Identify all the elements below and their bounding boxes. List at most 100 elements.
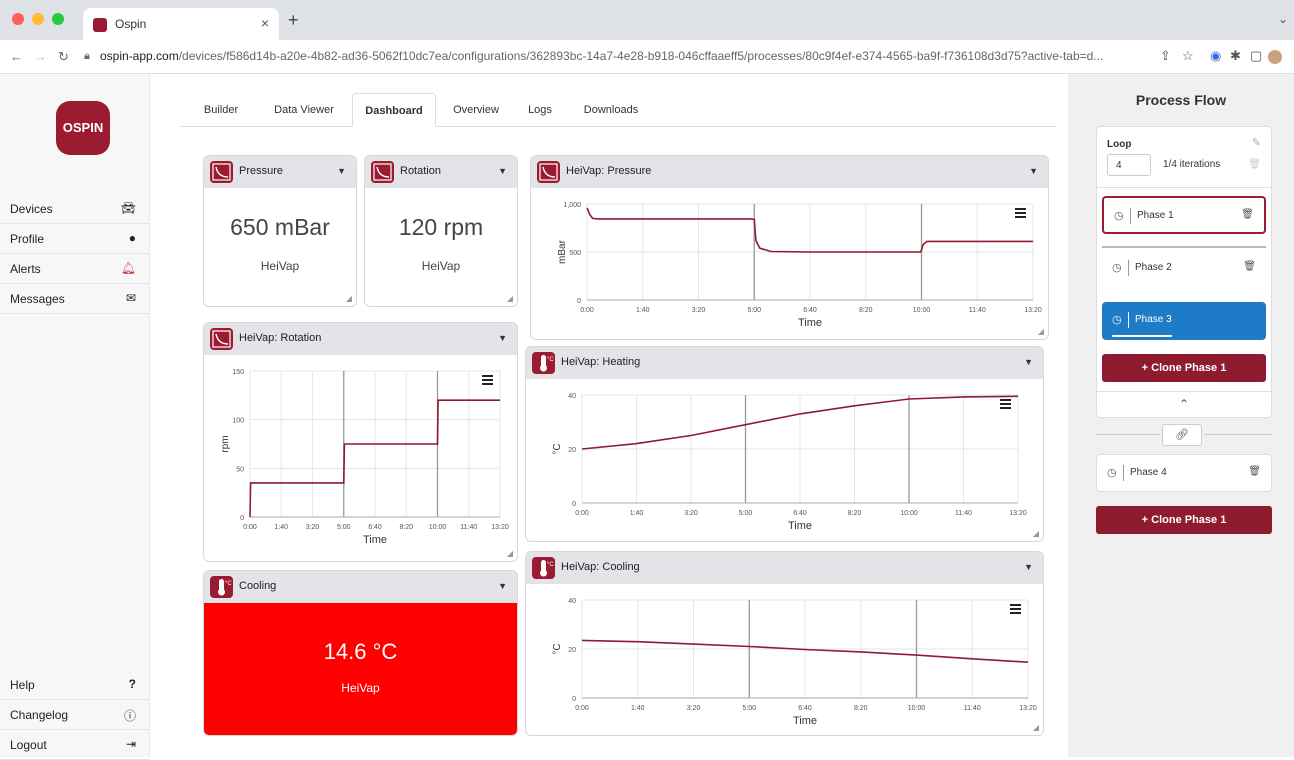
- chevron-up-icon[interactable]: ⌃: [1179, 397, 1189, 411]
- caret-down-icon[interactable]: ▼: [1024, 562, 1033, 572]
- caret-down-icon[interactable]: ▼: [337, 166, 346, 176]
- new-tab-icon[interactable]: +: [288, 11, 299, 29]
- x-tick-label: 3:20: [306, 524, 320, 531]
- x-tick-label: 13:20: [1009, 510, 1027, 517]
- x-tick-label: 5:00: [739, 510, 753, 517]
- caret-down-icon[interactable]: ▼: [1029, 166, 1038, 176]
- x-tick-label: 8:20: [848, 510, 862, 517]
- y-tick-label: 50: [236, 466, 244, 473]
- sidebar-item-devices[interactable]: Devices 🚘︎: [0, 194, 150, 224]
- y-axis-label: rpm: [220, 435, 231, 452]
- dashboard-tabs: Builder Data Viewer Dashboard Overview L…: [180, 93, 1056, 127]
- browser-tab[interactable]: Ospin ×: [83, 8, 279, 40]
- sidebar-item-logout[interactable]: Logout ⇥: [0, 730, 150, 760]
- trash-icon[interactable]: 🗑︎: [1248, 159, 1261, 170]
- tab-downloads[interactable]: Downloads: [576, 93, 646, 127]
- sidebar-item-label: Help: [10, 678, 35, 692]
- forward-icon[interactable]: →: [34, 49, 47, 64]
- sidebar-item-help[interactable]: Help ?: [0, 670, 150, 700]
- phase-progress-bar: [1112, 335, 1172, 337]
- trash-icon[interactable]: 🗑︎: [1243, 261, 1256, 272]
- caret-down-icon[interactable]: ▼: [498, 581, 507, 591]
- clock-icon: ◷: [1112, 314, 1122, 326]
- phase-separator: [1128, 260, 1129, 276]
- tab-builder[interactable]: Builder: [196, 93, 246, 127]
- resize-handle-icon[interactable]: ◢: [507, 294, 513, 303]
- car-icon: 🚘︎: [120, 201, 136, 215]
- menu-icon[interactable]: [1010, 604, 1021, 614]
- url-text[interactable]: ospin-app.com/devices/f586d14b-a20e-4b82…: [100, 49, 1145, 63]
- avatar[interactable]: [1268, 50, 1282, 64]
- sidepanel-icon[interactable]: ▢: [1250, 48, 1262, 64]
- phase-1[interactable]: ◷ Phase 1 🗑︎: [1102, 196, 1266, 234]
- pressure-value: 650 mBar: [230, 214, 330, 240]
- loop-label: Loop: [1107, 139, 1132, 150]
- x-tick-label: 8:20: [854, 705, 868, 712]
- extension-icon[interactable]: ◉: [1210, 48, 1221, 64]
- y-tick-label: 20: [568, 647, 576, 654]
- pressure-widget: Pressure ▼ 650 mBar HeiVap ◢: [203, 155, 357, 307]
- close-window-button[interactable]: [12, 13, 24, 25]
- sidebar-item-label: Messages: [10, 292, 65, 306]
- caret-down-icon[interactable]: ▼: [498, 333, 507, 343]
- loop-count-input[interactable]: 4: [1107, 154, 1151, 176]
- menu-icon[interactable]: [1015, 208, 1026, 218]
- back-icon[interactable]: ←: [10, 49, 23, 64]
- resize-handle-icon[interactable]: ◢: [1038, 327, 1044, 336]
- ospin-logo[interactable]: OSPIN: [56, 101, 110, 155]
- link-button[interactable]: 🔗︎: [1162, 424, 1202, 446]
- caret-down-icon[interactable]: ▼: [1024, 357, 1033, 367]
- resize-handle-icon[interactable]: ◢: [507, 549, 513, 558]
- resize-handle-icon[interactable]: ◢: [1033, 529, 1039, 538]
- tab-dashboard[interactable]: Dashboard: [352, 93, 436, 127]
- clone-phase-button[interactable]: + Clone Phase 1: [1102, 354, 1266, 382]
- menu-icon-bar: [482, 375, 493, 377]
- hv-rotation-widget: HeiVap: Rotation ▼ 0:00 1:40 3:20 5:00 6:40 8…: [203, 322, 518, 562]
- process-flow-panel: Process Flow Loop ✎ 4 1/4 iterations 🗑︎ …: [1068, 74, 1294, 757]
- sidebar-item-label: Logout: [10, 738, 47, 752]
- tab-close-icon[interactable]: ×: [261, 15, 269, 31]
- envelope-icon: ✉: [125, 291, 136, 305]
- caret-down-icon[interactable]: ▼: [498, 166, 507, 176]
- cooling-widget: °C Cooling ▼ 14.6 °C HeiVap: [203, 570, 518, 736]
- edit-icon[interactable]: ✎: [1252, 136, 1261, 149]
- chevron-down-icon[interactable]: ⌄: [1278, 12, 1288, 26]
- sidebar-item-label: Devices: [10, 202, 53, 216]
- x-axis-label: Time: [793, 715, 817, 727]
- loop-divider: [1097, 187, 1271, 188]
- tab-overview[interactable]: Overview: [444, 93, 508, 127]
- tab-logs[interactable]: Logs: [520, 93, 560, 127]
- x-tick-label: 8:20: [859, 307, 873, 314]
- share-icon[interactable]: ⇪: [1160, 48, 1171, 64]
- resize-handle-icon[interactable]: ◢: [1033, 723, 1039, 732]
- menu-icon[interactable]: [1000, 399, 1011, 409]
- ospin-favicon-icon: [93, 18, 107, 32]
- x-tick-label: 1:40: [636, 307, 650, 314]
- widget-title: HeiVap: Cooling: [561, 561, 640, 573]
- tab-data-viewer[interactable]: Data Viewer: [264, 93, 344, 127]
- sidebar-item-changelog[interactable]: Changelog ⓘ: [0, 700, 150, 730]
- minimize-window-button[interactable]: [32, 13, 44, 25]
- puzzle-icon[interactable]: ✱: [1230, 48, 1241, 64]
- phase-3[interactable]: ◷ Phase 3: [1102, 302, 1266, 340]
- widget-title: Pressure: [239, 165, 284, 177]
- trash-icon[interactable]: 🗑︎: [1248, 466, 1261, 477]
- clone-phase-button-bottom[interactable]: + Clone Phase 1: [1096, 506, 1272, 534]
- sidebar-item-messages[interactable]: Messages ✉: [0, 284, 150, 314]
- reload-icon[interactable]: ↻: [58, 49, 69, 65]
- sidebar-item-profile[interactable]: Profile ●: [0, 224, 150, 254]
- sidebar-item-alerts[interactable]: Alerts 🔔︎: [0, 254, 150, 284]
- phase-2[interactable]: ◷ Phase 2 🗑︎: [1102, 250, 1266, 288]
- phase-4[interactable]: ◷ Phase 4 🗑︎: [1096, 454, 1272, 492]
- y-tick-label: 500: [569, 250, 581, 257]
- star-icon[interactable]: ☆: [1182, 48, 1194, 64]
- maximize-window-button[interactable]: [52, 13, 64, 25]
- resize-handle-icon[interactable]: ◢: [346, 294, 352, 303]
- y-axis-label: mBar: [557, 239, 568, 264]
- y-tick-label: 0: [572, 501, 576, 508]
- clock-icon: ◷: [1112, 262, 1122, 274]
- trash-icon[interactable]: 🗑︎: [1241, 209, 1254, 220]
- menu-icon[interactable]: [482, 375, 493, 385]
- phase-name: Phase 4: [1130, 467, 1167, 478]
- x-tick-label: 0:00: [243, 524, 257, 531]
